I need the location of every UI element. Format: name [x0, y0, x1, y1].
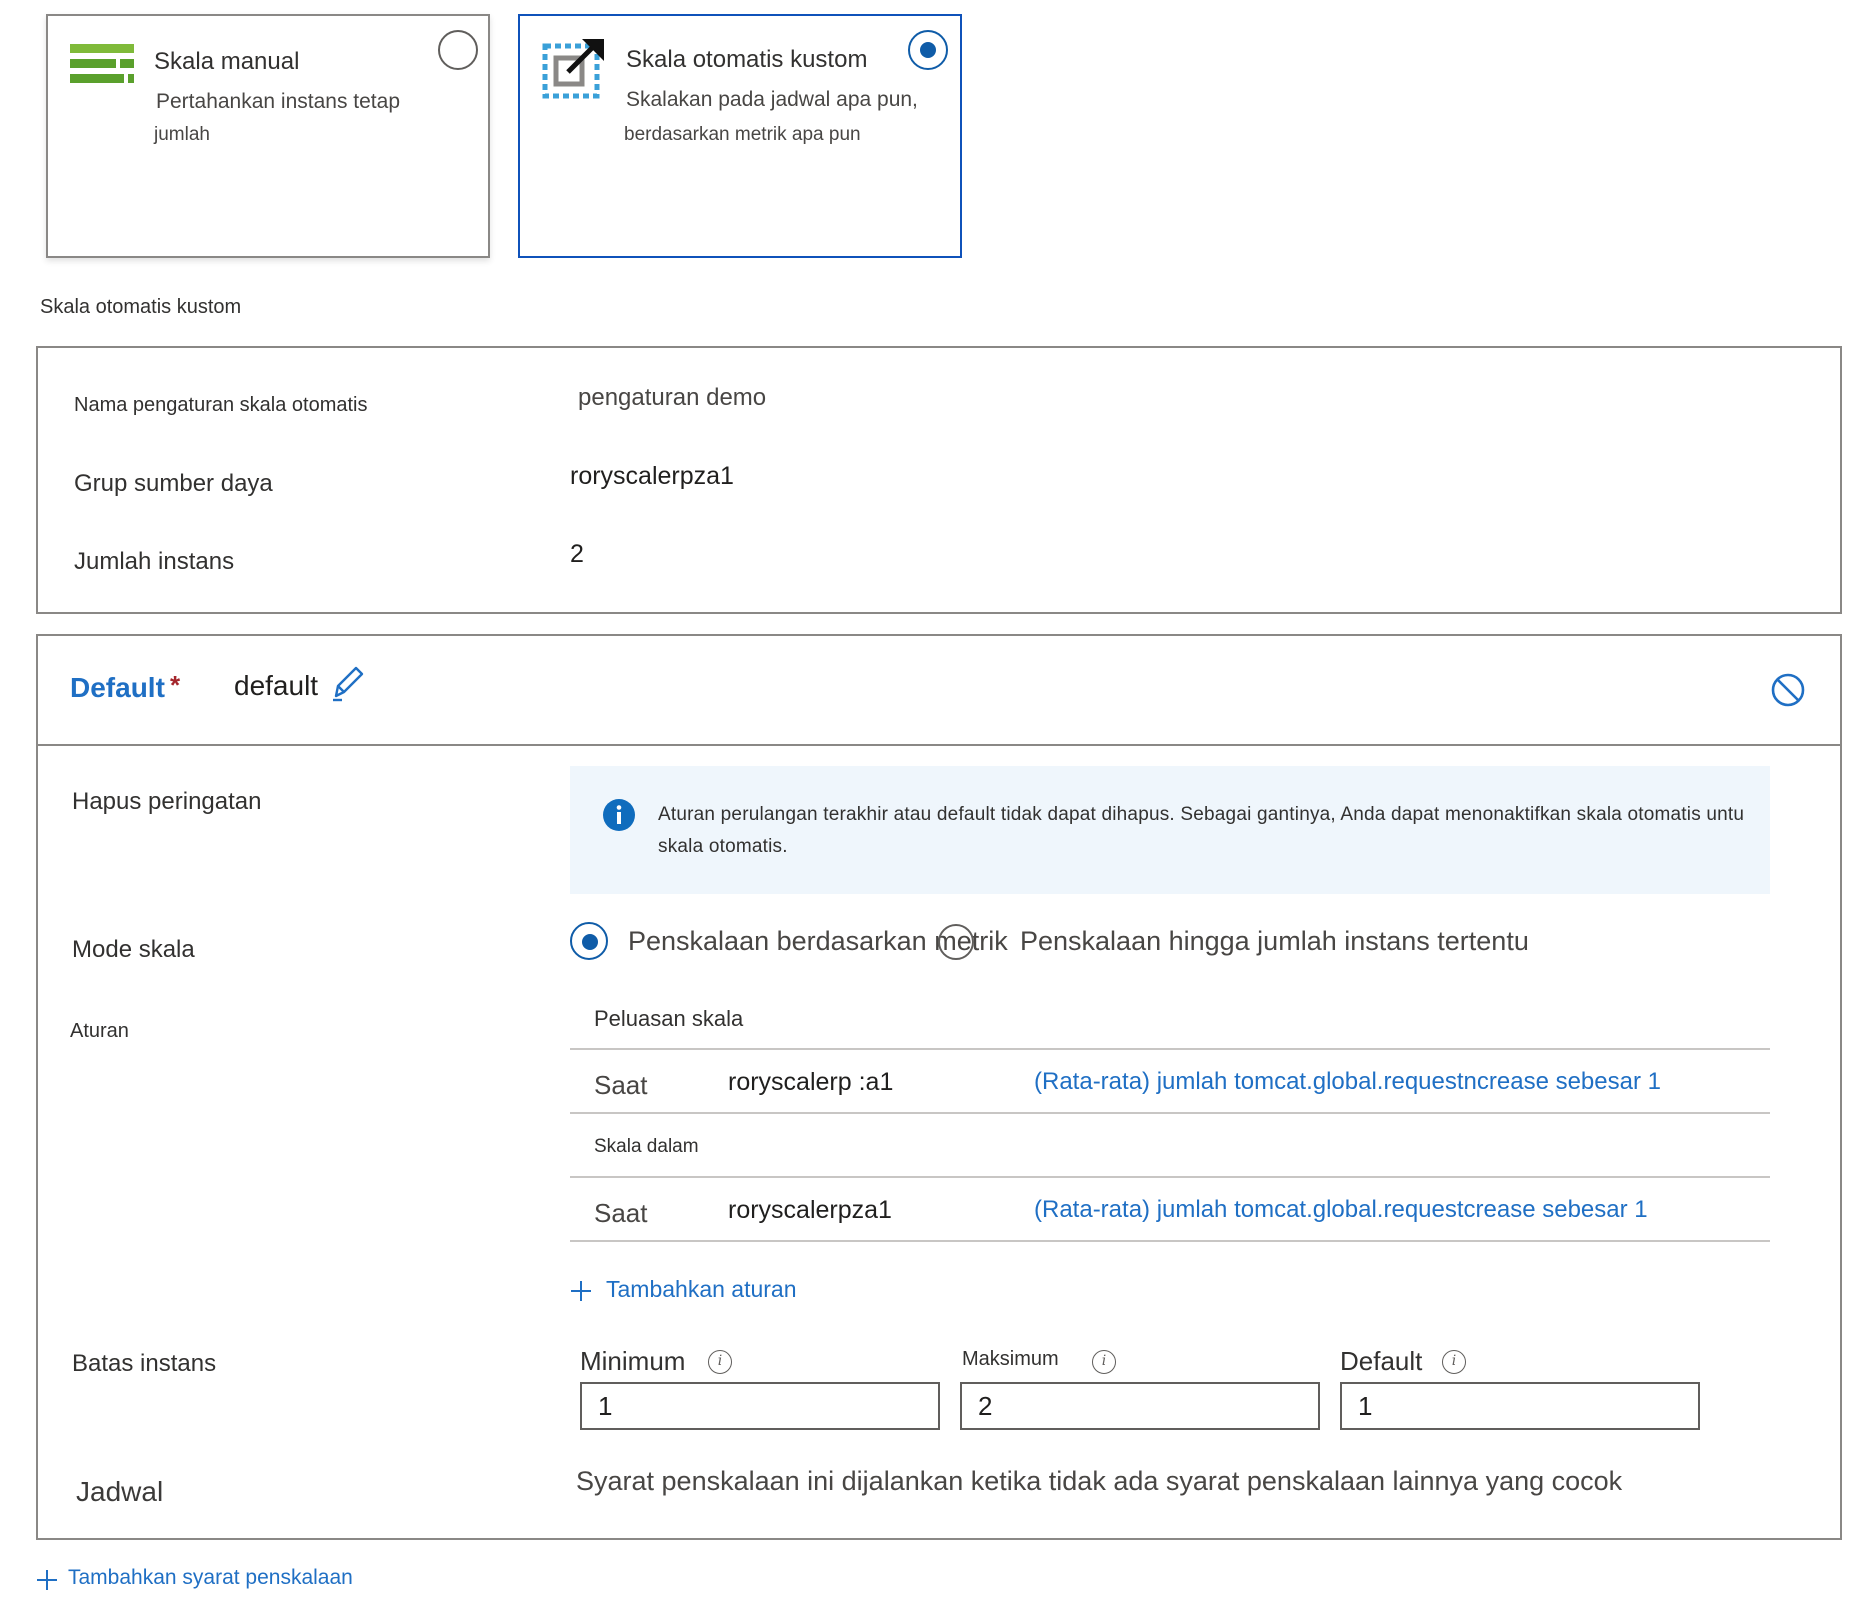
manual-scale-radio[interactable] — [438, 30, 478, 70]
scale-mode-instance-radio[interactable] — [938, 924, 974, 960]
instance-count-value: 2 — [570, 540, 584, 568]
instance-limits-label: Batas instans — [72, 1350, 217, 1377]
scale-out-rule-link[interactable]: (Rata-rata) jumlah tomcat.global.request… — [1034, 1068, 1661, 1096]
scale-in-when: Saat — [594, 1198, 648, 1228]
scale-mode-label: Mode skala — [72, 936, 195, 963]
disable-icon[interactable] — [1770, 672, 1806, 708]
condition-title: Default — [70, 672, 165, 703]
scale-in-resource: roryscalerpza1 — [728, 1196, 892, 1224]
scale-mode-metric-radio[interactable] — [570, 922, 608, 960]
custom-autoscale-desc-line1: Skalakan pada jadwal apa pun, — [626, 88, 918, 111]
custom-autoscale-radio[interactable] — [908, 30, 948, 70]
required-mark: * — [170, 670, 181, 700]
scale-in-rule-divider — [570, 1240, 1770, 1242]
condition-header-divider — [38, 744, 1840, 746]
scale-out-rule-divider — [570, 1112, 1770, 1114]
scale-mode-instance-label[interactable]: Penskalaan hingga jumlah instans tertent… — [1020, 926, 1529, 957]
add-rule-label: Tambahkan aturan — [606, 1276, 797, 1302]
minimum-info-icon[interactable]: i — [708, 1350, 732, 1374]
manual-scale-title: Skala manual — [154, 48, 300, 75]
maximum-label: Maksimum — [962, 1348, 1059, 1370]
schedule-label: Jadwal — [76, 1476, 164, 1507]
custom-autoscale-desc-line2: berdasarkan metrik apa pun — [624, 124, 861, 145]
rules-label: Aturan — [70, 1020, 129, 1042]
add-scale-condition-label: Tambahkan syarat penskalaan — [68, 1566, 353, 1589]
delete-warning-info-box: Aturan perulangan terakhir atau default … — [570, 766, 1770, 894]
instance-count-label: Jumlah instans — [74, 548, 235, 575]
setting-name-label: Nama pengaturan skala otomatis — [74, 394, 368, 416]
section-heading: Skala otomatis kustom — [40, 296, 242, 318]
manual-scale-icon — [70, 44, 134, 83]
scale-out-when: Saat — [594, 1070, 648, 1100]
edit-pencil-icon[interactable] — [330, 666, 364, 702]
delete-warning-label: Hapus peringatan — [72, 788, 262, 815]
custom-autoscale-title: Skala otomatis kustom — [626, 46, 868, 73]
scale-in-divider — [570, 1176, 1770, 1178]
resource-group-label: Grup sumber daya — [74, 470, 273, 497]
default-label: Default — [1340, 1346, 1423, 1376]
setting-name-value[interactable]: pengaturan demo — [578, 384, 766, 412]
scale-in-heading: Skala dalam — [594, 1136, 699, 1157]
scale-out-resource: roryscalerp :a1 — [728, 1068, 894, 1096]
manual-scale-desc-line2: jumlah — [154, 124, 210, 145]
info-text-line2: skala otomatis. — [658, 836, 788, 857]
minimum-label: Minimum — [580, 1346, 686, 1376]
manual-scale-desc-line1: Pertahankan instans tetap — [156, 90, 401, 113]
maximum-input[interactable]: 2 — [960, 1382, 1320, 1430]
plus-icon — [571, 1281, 591, 1301]
manual-scale-card[interactable]: Skala manual Pertahankan instans tetap j… — [46, 14, 490, 258]
default-input[interactable]: 1 — [1340, 1382, 1700, 1430]
default-info-icon[interactable]: i — [1442, 1350, 1466, 1374]
maximum-info-icon[interactable]: i — [1092, 1350, 1116, 1374]
resource-group-value: roryscalerpza1 — [570, 462, 734, 490]
info-text-line1: Aturan perulangan terakhir atau default … — [658, 804, 1745, 825]
custom-autoscale-icon — [542, 39, 604, 99]
schedule-text: Syarat penskalaan ini dijalankan ketika … — [576, 1466, 1623, 1496]
custom-autoscale-card[interactable]: Skala otomatis kustom Skalakan pada jadw… — [518, 14, 962, 258]
info-icon — [603, 799, 635, 831]
condition-name[interactable]: default — [234, 670, 318, 702]
minimum-input[interactable]: 1 — [580, 1382, 940, 1430]
scale-out-divider — [570, 1048, 1770, 1050]
scale-in-rule-link[interactable]: (Rata-rata) jumlah tomcat.global.request… — [1034, 1196, 1648, 1224]
plus-icon — [37, 1570, 57, 1590]
scale-out-heading: Peluasan skala — [594, 1006, 744, 1031]
autoscale-settings-panel: Nama pengaturan skala otomatis pengatura… — [36, 346, 1842, 614]
scale-condition-panel: Default * default Hapus peringatan Atura… — [36, 634, 1842, 1540]
